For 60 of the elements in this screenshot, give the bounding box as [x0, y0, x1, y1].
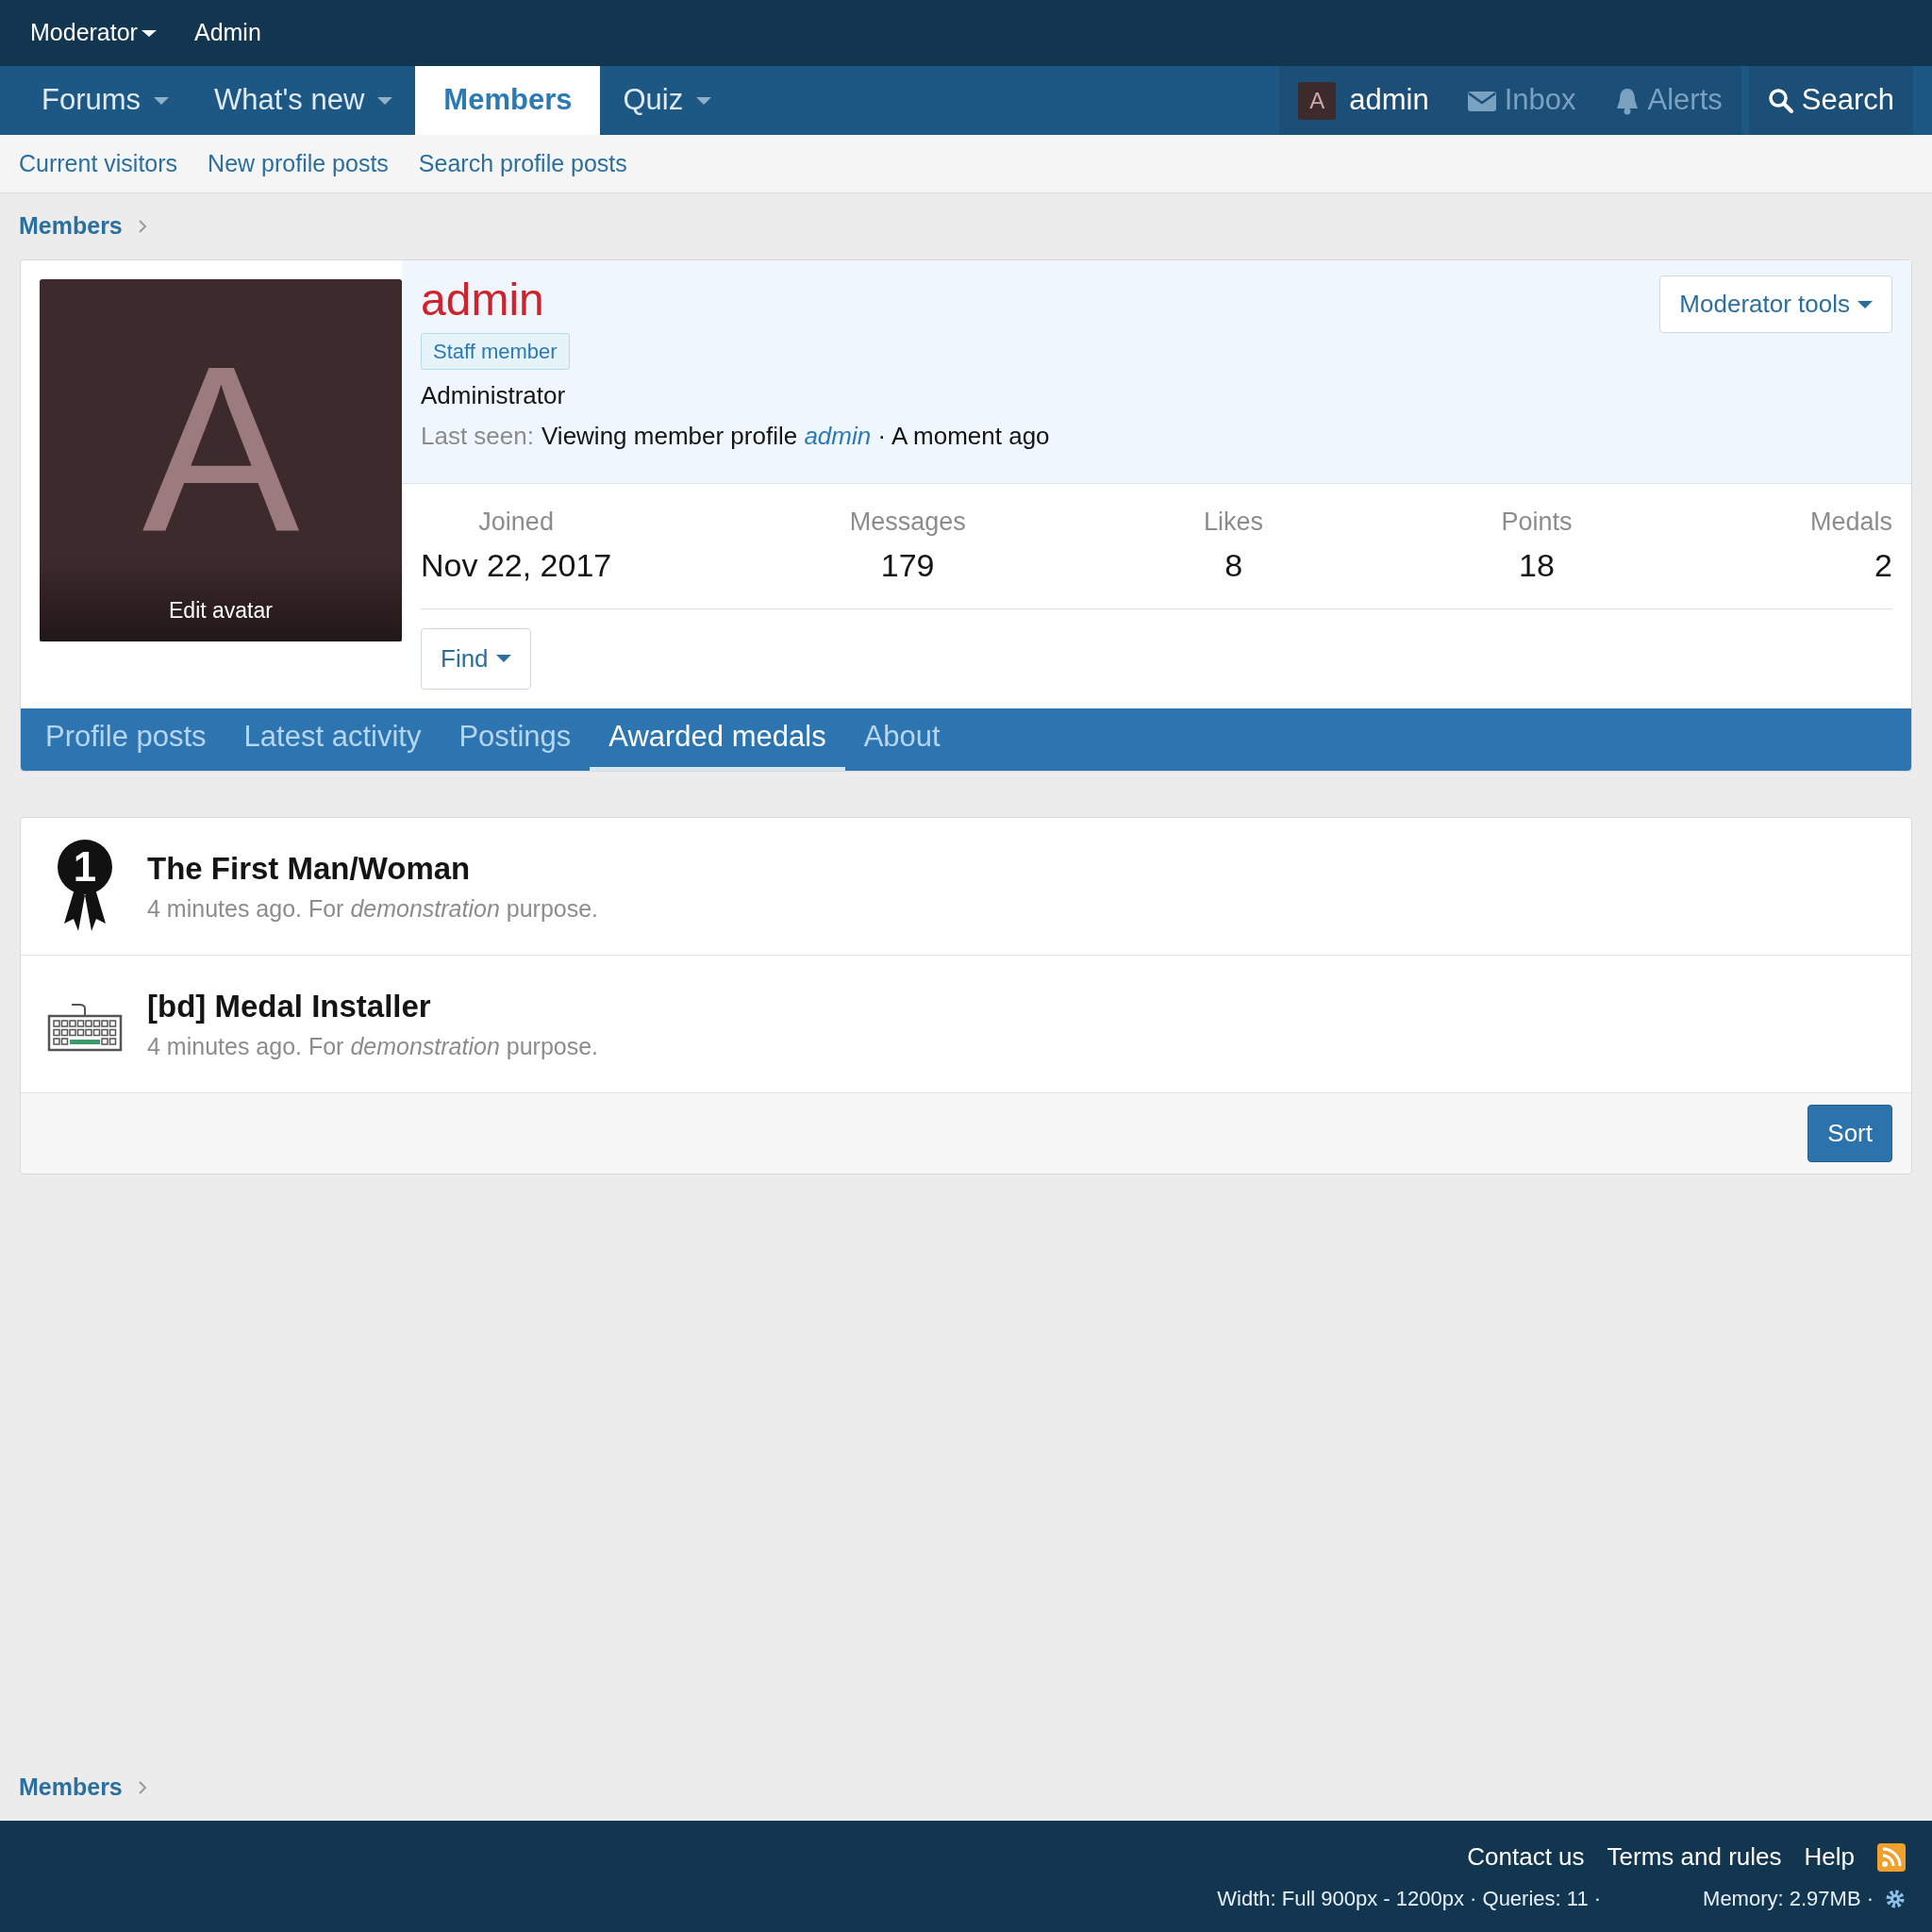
- caret-icon: [154, 96, 170, 105]
- stat-value: 8: [1224, 545, 1243, 585]
- stat-label: Medals: [1809, 507, 1892, 538]
- profile-tab[interactable]: Latest activity: [225, 708, 441, 771]
- profile-tab[interactable]: Awarded medals: [590, 708, 845, 771]
- caret-icon: [696, 96, 712, 105]
- sub-nav-link[interactable]: Search profile posts: [418, 145, 627, 182]
- alerts-link[interactable]: Alerts: [1594, 66, 1741, 135]
- rss-icon: [1877, 1842, 1906, 1872]
- breadcrumb-link[interactable]: Members: [19, 1770, 123, 1806]
- user-title: Administrator: [421, 379, 566, 411]
- caret-icon: [141, 29, 157, 37]
- moderator-tools-button[interactable]: Moderator tools: [1659, 275, 1892, 333]
- footer-link[interactable]: Contact us: [1467, 1839, 1585, 1875]
- caret-icon: [377, 96, 393, 105]
- stat-label: Likes: [1204, 507, 1264, 538]
- debug-info: Width: Full 900px - 1200px · Queries: 11 ·: [1217, 1886, 1602, 1912]
- sort-button[interactable]: Sort: [1807, 1104, 1892, 1162]
- profile-tab[interactable]: About: [844, 708, 959, 771]
- account-link[interactable]: A admin: [1279, 66, 1448, 135]
- chevron-icon: [137, 219, 147, 234]
- chevron-icon: [137, 1780, 147, 1795]
- staff-menu-link[interactable]: Moderator: [30, 15, 157, 51]
- profile-tab[interactable]: Postings: [440, 708, 591, 771]
- medal-description: 4 minutes ago. For demonstration purpose.: [147, 1032, 599, 1061]
- breadcrumb-link[interactable]: Members: [19, 208, 123, 244]
- inbox-link[interactable]: Inbox: [1447, 66, 1595, 135]
- stat-label: Joined: [478, 507, 554, 538]
- avatar-icon: A: [1298, 81, 1337, 120]
- medal-name: [bd] Medal Installer: [147, 987, 432, 1025]
- caret-icon: [1857, 300, 1873, 308]
- search-link[interactable]: Search: [1748, 66, 1913, 135]
- caret-icon: [495, 655, 511, 662]
- stat-value: 18: [1519, 545, 1555, 585]
- last-seen-text: Viewing member profile admin · A moment ago: [541, 420, 1050, 452]
- last-seen-label: Last seen:: [421, 420, 534, 452]
- footer-link[interactable]: Terms and rules: [1607, 1839, 1782, 1875]
- medal-name: The First Man/Woman: [147, 849, 472, 888]
- staff-banner: Staff member: [421, 332, 570, 370]
- profile-tab[interactable]: Profile posts: [26, 708, 225, 771]
- sub-nav-link[interactable]: Current visitors: [19, 145, 178, 182]
- avatar-letter: A: [141, 316, 301, 567]
- stat-label: Messages: [849, 507, 966, 538]
- username: admin: [421, 275, 544, 325]
- sub-nav-link[interactable]: New profile posts: [208, 145, 389, 182]
- find-button[interactable]: Find: [421, 627, 531, 690]
- stat-value: Nov 22, 2017: [421, 545, 612, 585]
- staff-menu-link[interactable]: Admin: [193, 15, 261, 51]
- debug-info: Memory: 2.97MB ·: [1703, 1886, 1874, 1912]
- stat-value: 2: [1874, 545, 1892, 585]
- nav-tab[interactable]: What's new: [192, 66, 416, 135]
- stat-value: 179: [880, 545, 935, 585]
- search-icon: [1767, 87, 1794, 114]
- nav-tab[interactable]: Forums: [19, 66, 192, 135]
- gear-icon: [1885, 1888, 1906, 1909]
- medal-description: 4 minutes ago. For demonstration purpose.: [147, 894, 599, 924]
- nav-tab[interactable]: Members: [415, 66, 601, 135]
- footer-link[interactable]: Help: [1804, 1839, 1855, 1875]
- stat-label: Points: [1501, 507, 1573, 538]
- nav-tab[interactable]: Quiz: [600, 66, 735, 135]
